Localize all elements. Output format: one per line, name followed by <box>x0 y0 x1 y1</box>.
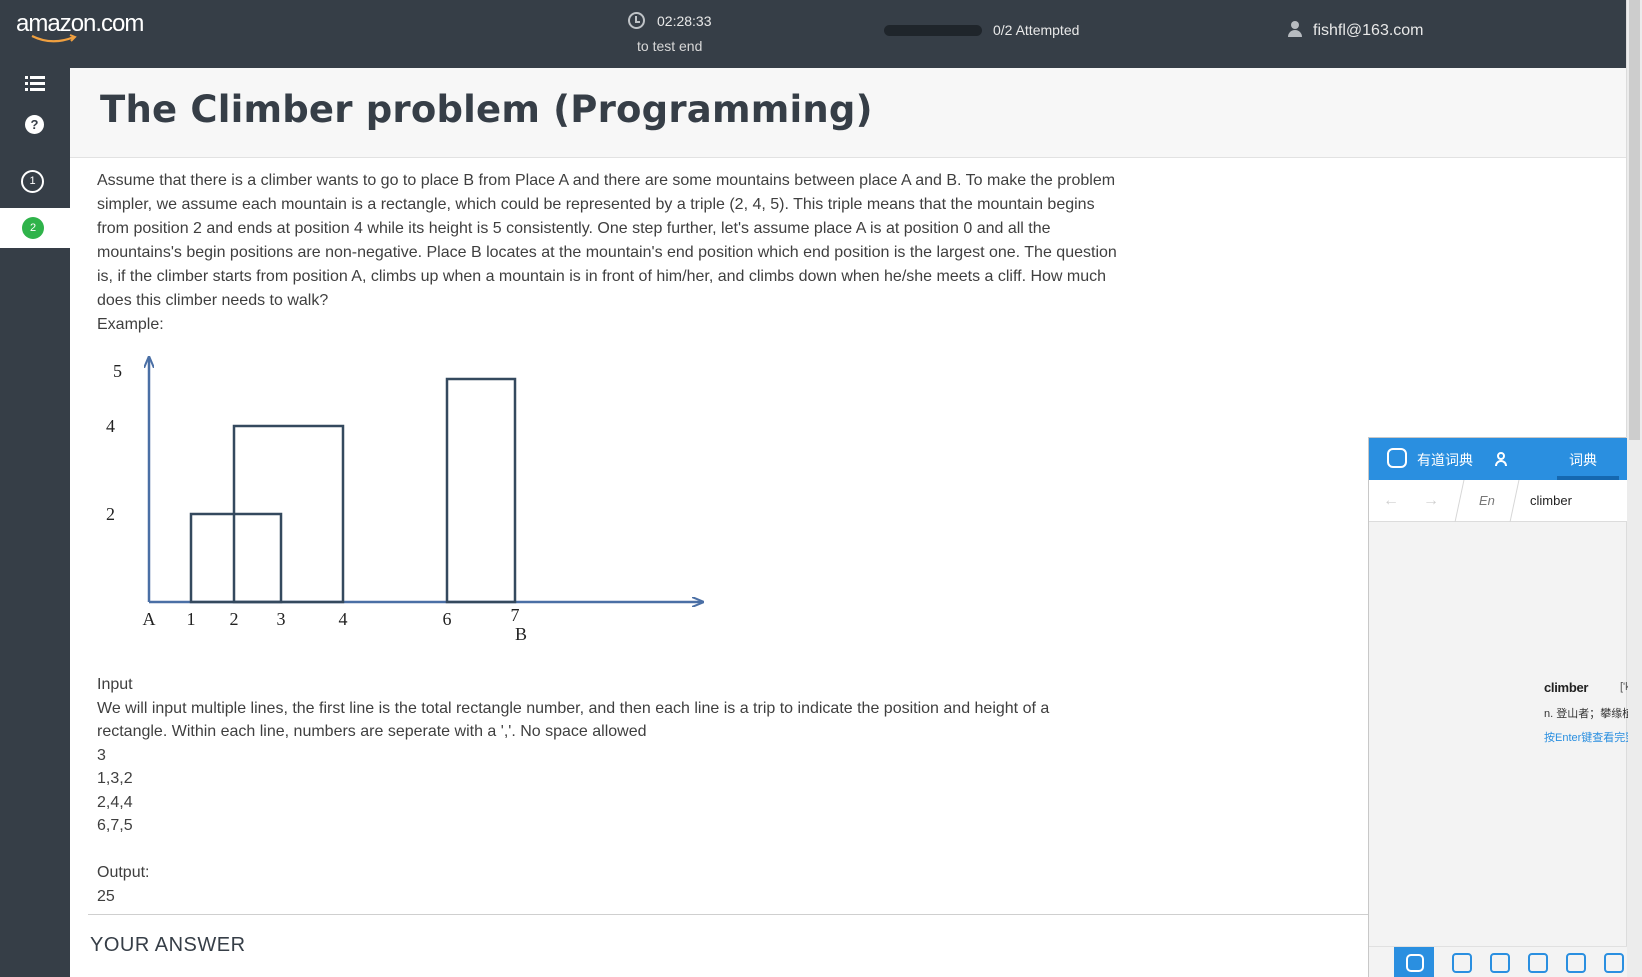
question-2-row[interactable]: 2 <box>0 208 70 248</box>
top-bar: amazon.com 02:28:33 to test end 0/2 Atte… <box>0 0 1626 68</box>
example-diagram: A 1 2 3 4 6 7B 2 4 5 <box>106 350 717 644</box>
answer-heading: YOUR ANSWER <box>90 934 246 956</box>
amazon-smile-icon <box>31 34 77 43</box>
question-1-button[interactable]: 1 <box>21 170 44 193</box>
problem-description: Assume that there is a climber wants to … <box>97 169 1117 337</box>
description-text: Assume that there is a climber wants to … <box>97 172 1117 309</box>
sidebar: ? 1 2 <box>0 68 70 977</box>
mountain-rect-3 <box>445 377 517 604</box>
input-label: Input <box>97 676 133 693</box>
input-line: 2,4,4 <box>97 793 133 811</box>
example-label: Example: <box>97 316 164 333</box>
input-line: 3 <box>97 746 106 764</box>
back-arrow-icon[interactable]: ← <box>1383 492 1399 510</box>
tab-dictionary[interactable]: 词典 <box>1569 450 1597 470</box>
output-value: 25 <box>97 887 115 905</box>
settings-icon[interactable] <box>1604 953 1624 973</box>
scrollbar[interactable] <box>1626 0 1642 977</box>
dictionary-app-name: 有道词典 <box>1417 453 1473 469</box>
timer: 02:28:33 <box>628 12 748 29</box>
user-icon <box>1287 21 1303 37</box>
progress-bar <box>884 25 982 36</box>
x-tick-label: 7 <box>511 605 520 625</box>
input-line: 1,3,2 <box>97 770 133 787</box>
clock-icon <box>628 12 645 29</box>
translate-icon[interactable] <box>1452 953 1472 973</box>
list-icon[interactable] <box>25 76 45 92</box>
io-section: Input We will input multiple lines, the … <box>97 673 1117 908</box>
x-tick-label: 1 <box>187 609 196 629</box>
page-title: The Climber problem (Programming) <box>100 88 873 131</box>
youdao-logo-icon <box>1387 448 1407 468</box>
pen-icon[interactable] <box>1528 953 1548 973</box>
mountain-rect-1 <box>189 512 283 604</box>
dictionary-headword: climber <box>1544 680 1589 695</box>
dictionary-hint-link[interactable]: 按Enter键查看完整 <box>1544 729 1628 745</box>
dictionary-phonetic: ['kla <box>1620 681 1628 693</box>
y-tick-label: 2 <box>106 504 115 524</box>
x-tick-label: 2 <box>230 609 239 629</box>
dictionary-bottom-bar <box>1369 946 1627 977</box>
image-icon[interactable] <box>1490 953 1510 973</box>
y-tick-label: 4 <box>106 416 115 436</box>
timer-value: 02:28:33 <box>657 13 712 29</box>
forward-arrow-icon[interactable]: → <box>1423 492 1439 510</box>
divider <box>88 914 1368 915</box>
help-icon[interactable]: ? <box>25 115 44 134</box>
output-label: Output: <box>97 864 150 881</box>
dictionary-toolbar: ← → En climber <box>1369 480 1627 522</box>
account-icon[interactable] <box>1494 452 1508 466</box>
x-tick-label: 4 <box>339 609 348 629</box>
x-tick-label: A <box>143 609 156 629</box>
title-band: The Climber problem (Programming) <box>70 68 1626 158</box>
timer-caption: to test end <box>637 38 703 54</box>
progress-label: 0/2 Attempted <box>993 22 1080 38</box>
wordbook-icon[interactable] <box>1566 953 1586 973</box>
dictionary-search-input[interactable]: climber <box>1530 493 1572 508</box>
user-email: fishfl@163.com <box>1313 22 1424 39</box>
dictionary-mode-icon[interactable] <box>1394 947 1434 977</box>
input-line: 6,7,5 <box>97 817 133 834</box>
language-label[interactable]: En <box>1479 493 1495 508</box>
user-menu[interactable]: fishfl@163.com <box>1287 21 1424 40</box>
dictionary-panel: 有道词典 词典 ← → En climber climber ['kla n. … <box>1368 437 1628 977</box>
dictionary-definition: n. 登山者；攀缘植 <box>1544 708 1628 720</box>
y-tick-label: 5 <box>113 361 122 381</box>
question-2-button[interactable]: 2 <box>22 217 44 239</box>
scroll-thumb[interactable] <box>1629 0 1640 440</box>
input-description: We will input multiple lines, the first … <box>97 699 1050 741</box>
x-tick-label: 6 <box>443 609 452 629</box>
x-tick-label: 3 <box>277 609 286 629</box>
dictionary-header: 有道词典 词典 <box>1369 438 1627 480</box>
end-marker-label: B <box>515 624 527 644</box>
